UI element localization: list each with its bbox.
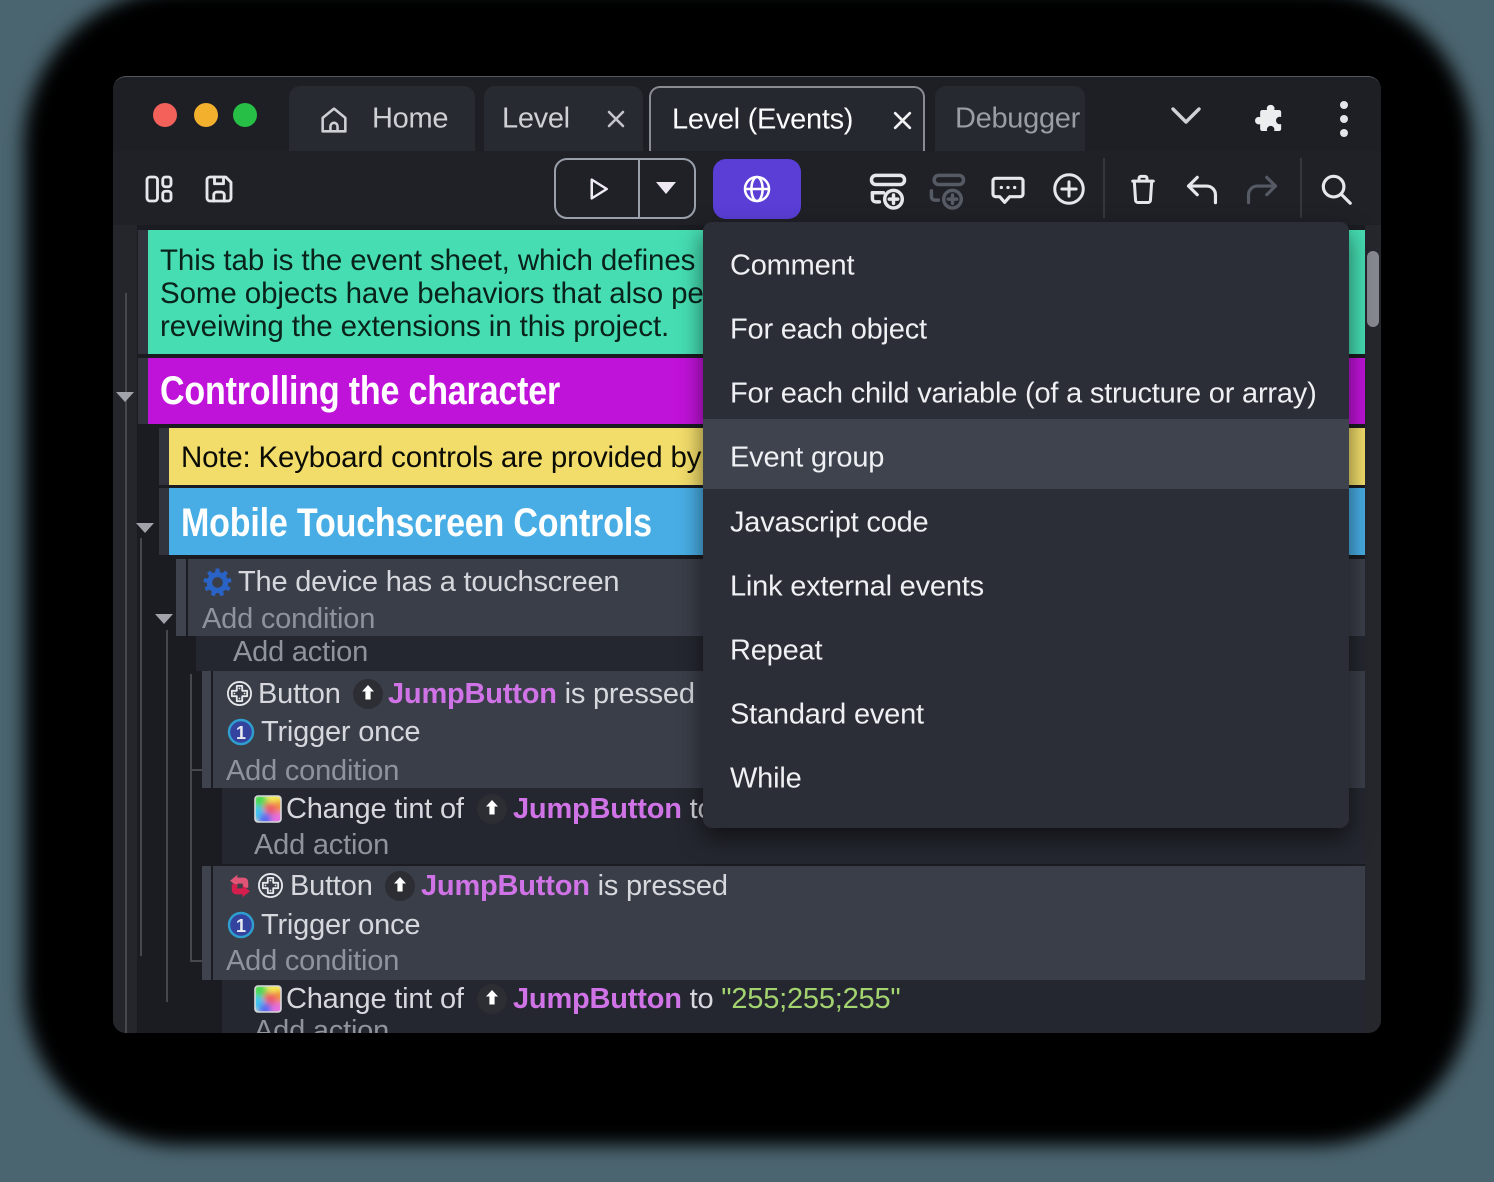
svg-text:1: 1: [236, 723, 246, 743]
svg-text:1: 1: [236, 916, 246, 936]
